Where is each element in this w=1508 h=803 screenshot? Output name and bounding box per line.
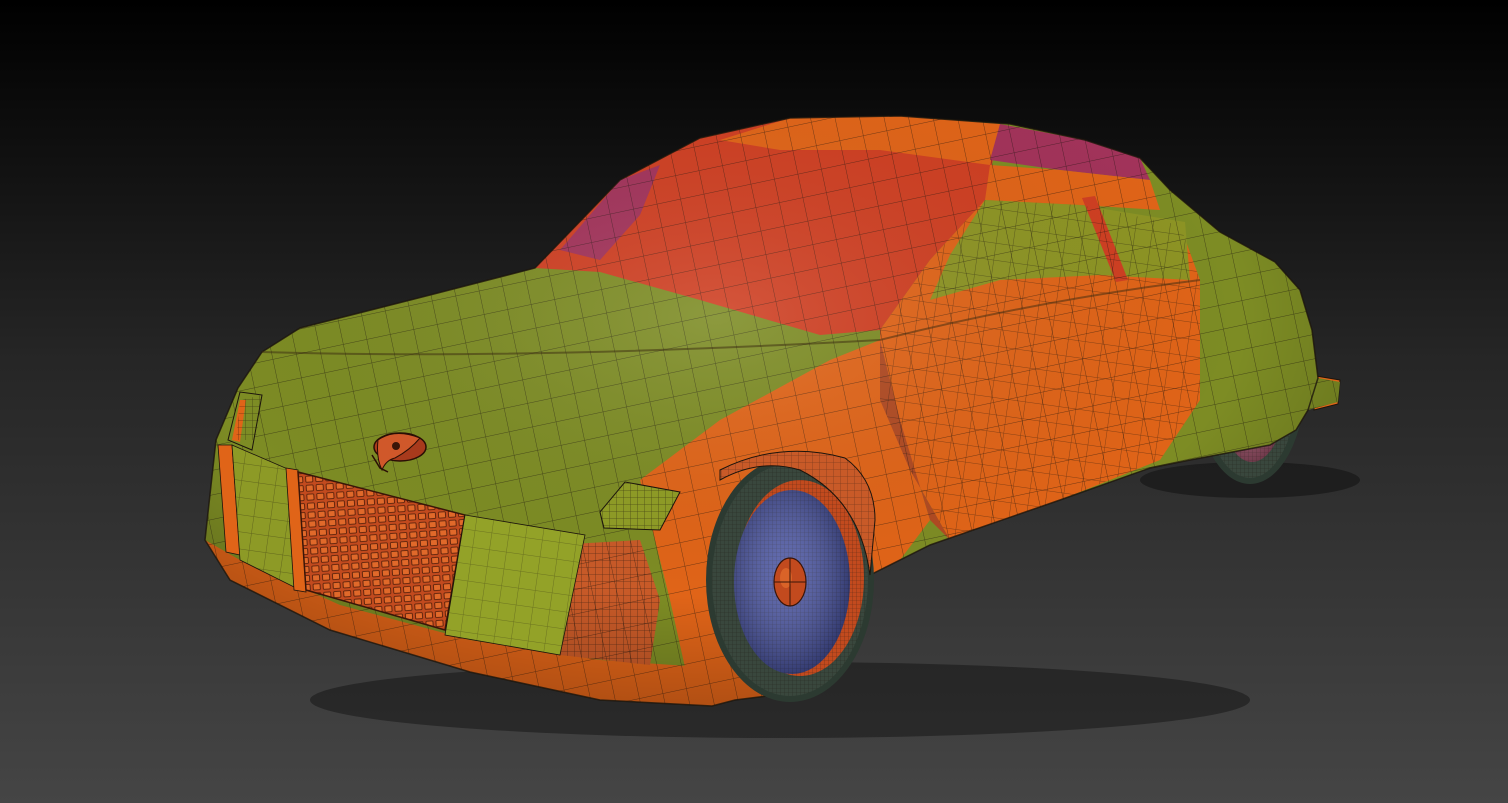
car-render — [0, 0, 1508, 803]
3d-viewport[interactable] — [0, 0, 1508, 803]
